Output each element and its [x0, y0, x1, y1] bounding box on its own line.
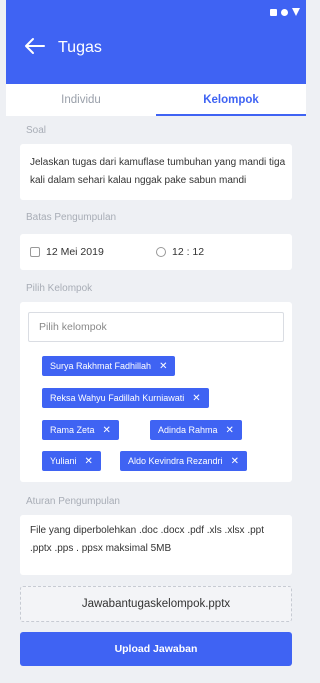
- tab-bar: Individu Kelompok: [6, 84, 306, 116]
- wifi-icon: [281, 8, 288, 16]
- member-chip: Adinda Rahma ✕: [150, 420, 242, 440]
- attached-file[interactable]: Jawabantugaskelompok.pptx: [20, 586, 292, 622]
- aturan-label: Aturan Pengumpulan: [26, 496, 120, 507]
- soal-text: Jelaskan tugas dari kamuflase tumbuhan y…: [30, 157, 286, 186]
- tab-individu[interactable]: Individu: [6, 84, 156, 116]
- deadline-card: 12 Mei 2019 12 : 12: [20, 234, 292, 270]
- close-icon[interactable]: ✕: [85, 456, 93, 467]
- member-chip-label: Rama Zeta: [50, 425, 95, 435]
- app-screen: Tugas Individu Kelompok Soal Jelaskan tu…: [6, 0, 306, 683]
- clock-icon: [156, 247, 166, 257]
- upload-button[interactable]: Upload Jawaban: [20, 632, 292, 666]
- close-icon[interactable]: ✕: [231, 456, 239, 467]
- close-icon[interactable]: ✕: [159, 361, 167, 372]
- kelompok-card: Pilih kelompok Surya Rakhmat Fadhillah ✕…: [20, 302, 292, 482]
- soal-label: Soal: [26, 125, 47, 136]
- member-chip: Rama Zeta ✕: [42, 420, 119, 440]
- member-chip: Reksa Wahyu Fadillah Kurniawati ✕: [42, 388, 209, 408]
- kelompok-label: Pilih Kelompok: [26, 283, 93, 294]
- member-chip-label: Surya Rakhmat Fadhillah: [50, 361, 152, 371]
- app-bar: Tugas: [6, 0, 306, 84]
- member-chip-label: Yuliani: [50, 456, 77, 466]
- member-chip-label: Reksa Wahyu Fadillah Kurniawati: [50, 393, 185, 403]
- close-icon[interactable]: ✕: [103, 425, 111, 436]
- member-chip-label: Adinda Rahma: [158, 425, 218, 435]
- battery-icon: [292, 8, 300, 16]
- status-bar: [270, 8, 300, 16]
- soal-card: Jelaskan tugas dari kamuflase tumbuhan y…: [20, 144, 292, 200]
- aturan-text: File yang diperbolehkan .doc .docx .pdf …: [30, 525, 265, 554]
- page-title: Tugas: [58, 39, 102, 56]
- close-icon[interactable]: ✕: [192, 393, 200, 404]
- deadline-time-value: 12 : 12: [172, 246, 205, 258]
- member-chip: Surya Rakhmat Fadhillah ✕: [42, 356, 176, 376]
- member-chip: Yuliani ✕: [42, 451, 101, 471]
- back-arrow-icon[interactable]: [24, 36, 46, 56]
- deadline-time[interactable]: 12 : 12: [156, 246, 204, 258]
- member-chip: Aldo Kevindra Rezandri ✕: [120, 451, 247, 471]
- batas-label: Batas Pengumpulan: [26, 212, 117, 223]
- deadline-date[interactable]: 12 Mei 2019: [30, 246, 104, 258]
- signal-icon: [270, 8, 277, 16]
- aturan-card: File yang diperbolehkan .doc .docx .pdf …: [20, 515, 292, 575]
- deadline-date-value: 12 Mei 2019: [46, 246, 104, 258]
- kelompok-search-input[interactable]: Pilih kelompok: [28, 312, 284, 342]
- tab-kelompok[interactable]: Kelompok: [156, 84, 306, 116]
- close-icon[interactable]: ✕: [226, 425, 234, 436]
- member-chip-label: Aldo Kevindra Rezandri: [128, 456, 223, 466]
- calendar-icon: [30, 247, 40, 257]
